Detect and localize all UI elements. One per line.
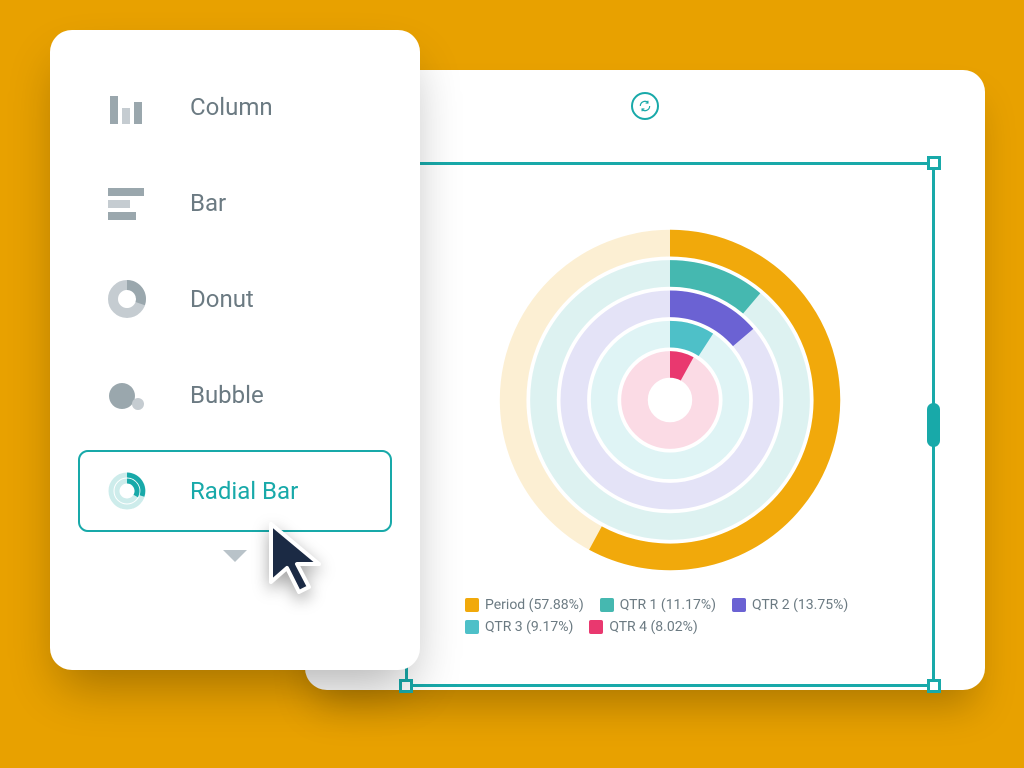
legend-item[interactable]: QTR 4 (8.02%) (589, 619, 697, 635)
legend-swatch (600, 598, 614, 612)
bubble-chart-icon (104, 372, 150, 418)
bar-chart-icon (104, 180, 150, 226)
legend-item[interactable]: Period (57.88%) (465, 597, 584, 613)
chart-type-picker: Column Bar Donut Bubble (50, 30, 420, 670)
legend-swatch (465, 598, 479, 612)
chart-type-option-bubble[interactable]: Bubble (78, 354, 392, 436)
chart-legend: Period (57.88%) QTR 1 (11.17%) QTR 2 (13.7… (465, 597, 875, 635)
chart-type-label: Radial Bar (190, 477, 298, 505)
chart-type-option-bar[interactable]: Bar (78, 162, 392, 244)
radial-bar-chart-icon (104, 468, 150, 514)
legend-swatch (589, 620, 603, 634)
legend-label: QTR 2 (13.75%) (752, 597, 848, 613)
chart-type-label: Bar (190, 189, 226, 217)
donut-chart-icon (104, 276, 150, 322)
legend-label: QTR 4 (8.02%) (609, 619, 697, 635)
chart-type-option-radial-bar[interactable]: Radial Bar (78, 450, 392, 532)
chart-area: Period (57.88%) QTR 1 (11.17%) QTR 2 (13.7… (408, 165, 932, 684)
chart-type-option-donut[interactable]: Donut (78, 258, 392, 340)
refresh-chart-button[interactable] (631, 92, 659, 120)
column-chart-icon (104, 84, 150, 130)
legend-label: Period (57.88%) (485, 597, 584, 613)
chart-type-label: Column (190, 93, 273, 121)
legend-item[interactable]: QTR 1 (11.17%) (600, 597, 716, 613)
legend-label: QTR 1 (11.17%) (620, 597, 716, 613)
chart-type-label: Donut (190, 285, 254, 313)
chart-selection-box[interactable]: Period (57.88%) QTR 1 (11.17%) QTR 2 (13.7… (405, 162, 935, 687)
chart-type-label: Bubble (190, 381, 264, 409)
refresh-icon (638, 99, 652, 113)
legend-item[interactable]: QTR 3 (9.17%) (465, 619, 573, 635)
legend-swatch (732, 598, 746, 612)
legend-item[interactable]: QTR 2 (13.75%) (732, 597, 848, 613)
chart-type-option-column[interactable]: Column (78, 66, 392, 148)
radial-bar-chart (485, 215, 855, 585)
legend-label: QTR 3 (9.17%) (485, 619, 573, 635)
show-more-caret-icon[interactable] (223, 550, 247, 562)
legend-swatch (465, 620, 479, 634)
